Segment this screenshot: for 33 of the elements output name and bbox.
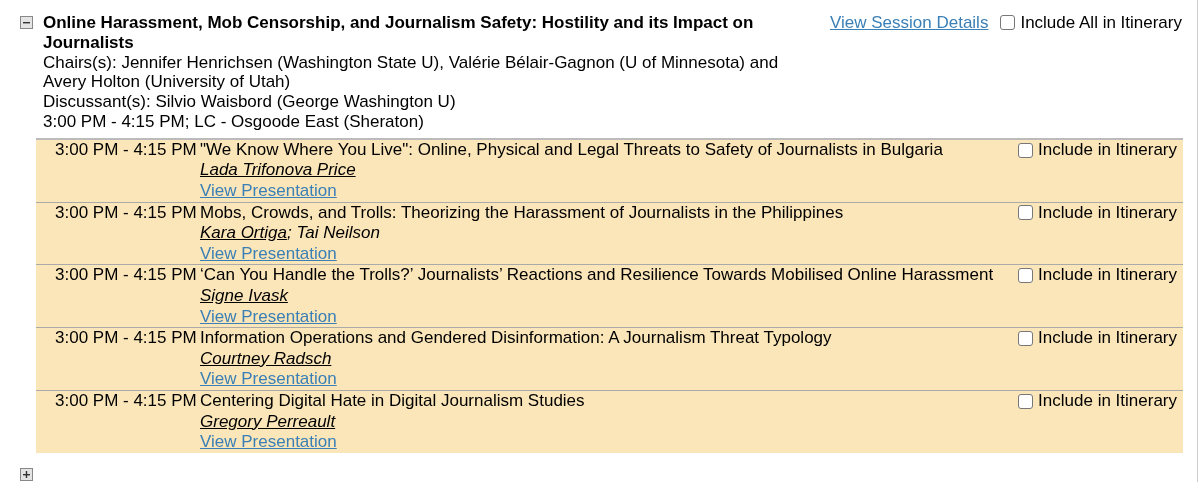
author-list: Gregory Perreault — [200, 411, 1019, 433]
discussant-text: Discussant(s): Silvio Waisbord (George Washington U) — [43, 92, 457, 112]
include-checkbox[interactable]: Include All in Itinerary — [1000, 13, 1182, 33]
expand-icon[interactable] — [20, 467, 33, 481]
time-location-text: 3:00 PM - 4:15 PM; LC - Osgoode East (Sheraton) — [43, 112, 425, 132]
presentation-title: "We Know Where You Live": Online, Physical and Legal Threats to Safety of Journalists in Bulgaria — [200, 139, 944, 161]
presentation-time: 3:00 PM - 4:15 PM — [55, 202, 198, 224]
author-list: Signe Ivask — [200, 285, 1019, 307]
presentation-title: Mobs, Crowds, and Trolls: Theorizing the Harassment of Journalists in the Philippines — [200, 202, 845, 224]
view-presentation-link[interactable]: View Presentation — [200, 180, 337, 200]
include-checkbox[interactable]: Include in Itinerary — [1018, 265, 1177, 286]
view-presentation-link[interactable]: View Presentation — [200, 369, 337, 389]
include-checkbox[interactable]: Include in Itinerary — [1018, 202, 1177, 224]
include-checkbox[interactable]: Include in Itinerary — [1018, 328, 1177, 349]
collapse-icon[interactable] — [20, 16, 33, 29]
author-list: Courtney Radsch — [200, 348, 1019, 370]
presentation-time: 3:00 PM - 4:15 PM — [55, 390, 198, 412]
presentation-time: 3:00 PM - 4:15 PM — [55, 139, 198, 161]
include-checkbox[interactable]: Include in Itinerary — [1018, 139, 1177, 161]
view-presentation-link[interactable]: View Presentation — [200, 243, 337, 263]
include-checkbox[interactable]: Include in Itinerary — [1018, 390, 1177, 412]
chairs-text: Chairs(s): Jennifer Henrichsen (Washington State U), Valérie Bélair-Gagnon (U of Minnesota) and Avery Holton (University of Utah) — [43, 52, 780, 93]
view-session-details-link[interactable]: View Session Details — [829, 13, 989, 33]
presentation-time: 3:00 PM - 4:15 PM — [55, 328, 198, 350]
presentation-title: Information Operations and Gendered Disinformation: A Journalism Threat Typology — [200, 328, 833, 349]
presentation-title: Centering Digital Hate in Digital Journalism Studies — [200, 390, 586, 412]
author-list: Kara Ortiga; Tai Neilson — [200, 223, 1019, 244]
session-title: Online Harassment, Mob Censorship, and Journalism Safety: Hostility and its Impact on Journalists — [43, 13, 755, 53]
presentation-time: 3:00 PM - 4:15 PM — [55, 265, 198, 287]
view-presentation-link[interactable]: View Presentation — [200, 306, 337, 326]
author-list: Lada Trifonova Price — [200, 160, 1019, 181]
presentation-title: ‘Can You Handle the Trolls?’ Journalists’ Reactions and Resilience Towards Mobilised Online Harassment — [200, 265, 995, 286]
view-presentation-link[interactable]: View Presentation — [200, 432, 337, 452]
